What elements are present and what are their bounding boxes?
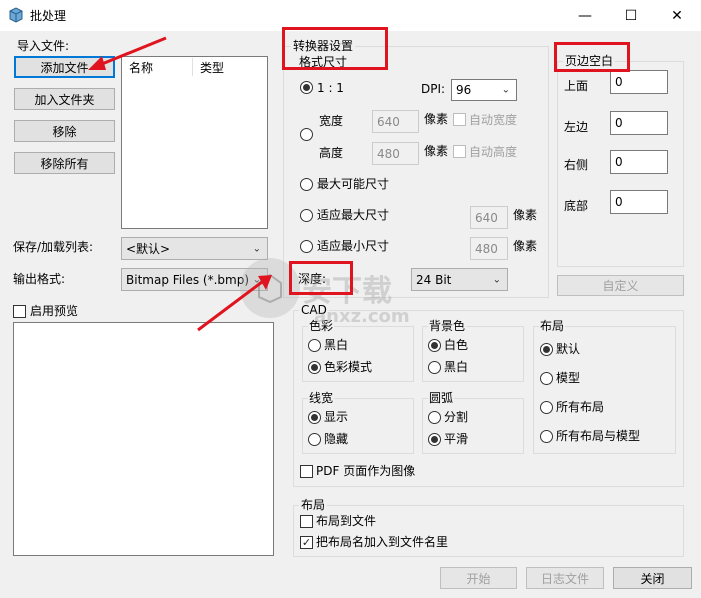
annotation-arrows: [88, 36, 272, 332]
annotation-arrow-depth: [197, 275, 272, 332]
annotation-arrow-add-file: [88, 36, 167, 70]
